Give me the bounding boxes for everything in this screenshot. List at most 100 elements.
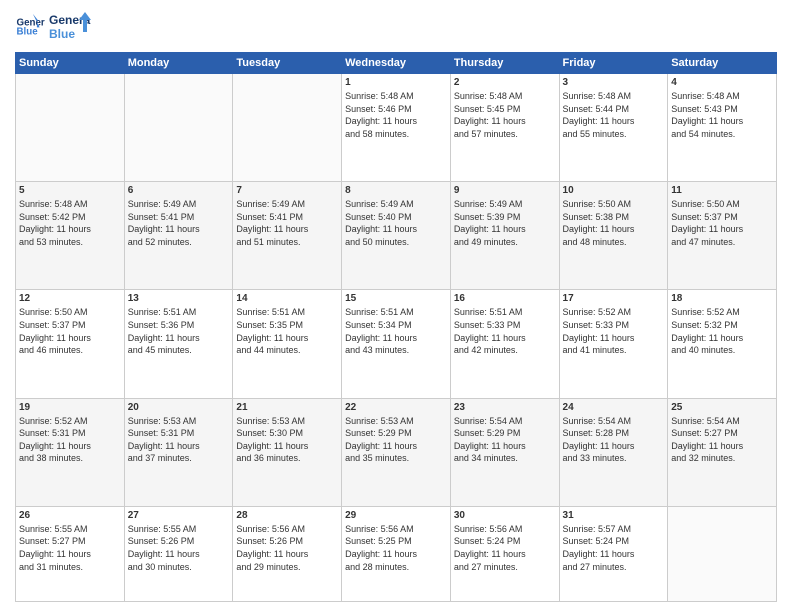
day-cell: 19 Sunrise: 5:52 AM Sunset: 5:31 PM Dayli… <box>16 398 125 506</box>
day-number: 23 <box>454 402 556 413</box>
weekday-header-monday: Monday <box>124 53 233 74</box>
day-number: 9 <box>454 185 556 196</box>
day-info: Sunrise: 5:50 AM Sunset: 5:37 PM Dayligh… <box>671 198 773 248</box>
day-info: Sunrise: 5:48 AM Sunset: 5:44 PM Dayligh… <box>563 90 665 140</box>
day-info: Sunrise: 5:53 AM Sunset: 5:31 PM Dayligh… <box>128 415 230 465</box>
day-number: 2 <box>454 77 556 88</box>
weekday-header-friday: Friday <box>559 53 668 74</box>
day-info: Sunrise: 5:50 AM Sunset: 5:38 PM Dayligh… <box>563 198 665 248</box>
day-number: 26 <box>19 510 121 521</box>
day-cell: 26Sunrise: 5:55 AM Sunset: 5:27 PM Dayli… <box>16 506 125 601</box>
day-cell: 25 Sunrise: 5:54 AM Sunset: 5:27 PM Dayli… <box>668 398 777 506</box>
header: General Blue General Blue <box>15 10 777 44</box>
day-info: Sunrise: 5:52 AM Sunset: 5:31 PM Dayligh… <box>19 415 121 465</box>
day-number: 7 <box>236 185 338 196</box>
day-number: 8 <box>345 185 447 196</box>
day-number: 4 <box>671 77 773 88</box>
day-number: 18 <box>671 293 773 304</box>
day-info: Sunrise: 5:53 AM Sunset: 5:30 PM Dayligh… <box>236 415 338 465</box>
day-info: Sunrise: 5:54 AM Sunset: 5:28 PM Dayligh… <box>563 415 665 465</box>
day-info: Sunrise: 5:48 AM Sunset: 5:45 PM Dayligh… <box>454 90 556 140</box>
day-number: 20 <box>128 402 230 413</box>
day-cell: 8 Sunrise: 5:49 AM Sunset: 5:40 PM Daylig… <box>342 182 451 290</box>
day-cell <box>668 506 777 601</box>
day-cell <box>124 74 233 182</box>
day-number: 22 <box>345 402 447 413</box>
weekday-header-wednesday: Wednesday <box>342 53 451 74</box>
day-info: Sunrise: 5:52 AM Sunset: 5:33 PM Dayligh… <box>563 306 665 356</box>
day-info: Sunrise: 5:51 AM Sunset: 5:34 PM Dayligh… <box>345 306 447 356</box>
day-info: Sunrise: 5:53 AM Sunset: 5:29 PM Dayligh… <box>345 415 447 465</box>
day-number: 15 <box>345 293 447 304</box>
day-number: 11 <box>671 185 773 196</box>
week-row-5: 26Sunrise: 5:55 AM Sunset: 5:27 PM Dayli… <box>16 506 777 601</box>
calendar-table: SundayMondayTuesdayWednesdayThursdayFrid… <box>15 52 777 602</box>
week-row-4: 19 Sunrise: 5:52 AM Sunset: 5:31 PM Dayli… <box>16 398 777 506</box>
day-info: Sunrise: 5:54 AM Sunset: 5:27 PM Dayligh… <box>671 415 773 465</box>
day-number: 5 <box>19 185 121 196</box>
day-info: Sunrise: 5:49 AM Sunset: 5:41 PM Dayligh… <box>236 198 338 248</box>
day-info: Sunrise: 5:48 AM Sunset: 5:42 PM Dayligh… <box>19 198 121 248</box>
svg-text:Blue: Blue <box>17 27 39 38</box>
day-number: 16 <box>454 293 556 304</box>
day-cell <box>16 74 125 182</box>
day-info: Sunrise: 5:56 AM Sunset: 5:26 PM Dayligh… <box>236 523 338 573</box>
day-cell: 20 Sunrise: 5:53 AM Sunset: 5:31 PM Dayli… <box>124 398 233 506</box>
day-info: Sunrise: 5:48 AM Sunset: 5:43 PM Dayligh… <box>671 90 773 140</box>
day-number: 28 <box>236 510 338 521</box>
day-number: 1 <box>345 77 447 88</box>
week-row-2: 5 Sunrise: 5:48 AM Sunset: 5:42 PM Daylig… <box>16 182 777 290</box>
weekday-header-thursday: Thursday <box>450 53 559 74</box>
day-number: 3 <box>563 77 665 88</box>
day-cell: 31Sunrise: 5:57 AM Sunset: 5:24 PM Dayli… <box>559 506 668 601</box>
day-cell: 18 Sunrise: 5:52 AM Sunset: 5:32 PM Dayli… <box>668 290 777 398</box>
day-cell: 17 Sunrise: 5:52 AM Sunset: 5:33 PM Dayli… <box>559 290 668 398</box>
weekday-header-row: SundayMondayTuesdayWednesdayThursdayFrid… <box>16 53 777 74</box>
day-cell: 22 Sunrise: 5:53 AM Sunset: 5:29 PM Dayli… <box>342 398 451 506</box>
day-info: Sunrise: 5:49 AM Sunset: 5:41 PM Dayligh… <box>128 198 230 248</box>
day-number: 31 <box>563 510 665 521</box>
day-number: 25 <box>671 402 773 413</box>
day-cell: 21Sunrise: 5:53 AM Sunset: 5:30 PM Dayli… <box>233 398 342 506</box>
page: General Blue General Blue Sunda <box>0 0 792 612</box>
day-number: 10 <box>563 185 665 196</box>
day-info: Sunrise: 5:51 AM Sunset: 5:35 PM Dayligh… <box>236 306 338 356</box>
day-number: 12 <box>19 293 121 304</box>
day-cell: 13 Sunrise: 5:51 AM Sunset: 5:36 PM Dayli… <box>124 290 233 398</box>
weekday-header-saturday: Saturday <box>668 53 777 74</box>
day-number: 19 <box>19 402 121 413</box>
day-number: 27 <box>128 510 230 521</box>
day-info: Sunrise: 5:52 AM Sunset: 5:32 PM Dayligh… <box>671 306 773 356</box>
weekday-header-sunday: Sunday <box>16 53 125 74</box>
day-cell: 29 Sunrise: 5:56 AM Sunset: 5:25 PM Dayli… <box>342 506 451 601</box>
day-cell: 7 Sunrise: 5:49 AM Sunset: 5:41 PM Daylig… <box>233 182 342 290</box>
day-number: 13 <box>128 293 230 304</box>
day-cell: 12 Sunrise: 5:50 AM Sunset: 5:37 PM Dayli… <box>16 290 125 398</box>
day-number: 29 <box>345 510 447 521</box>
day-cell: 11 Sunrise: 5:50 AM Sunset: 5:37 PM Dayli… <box>668 182 777 290</box>
day-info: Sunrise: 5:49 AM Sunset: 5:39 PM Dayligh… <box>454 198 556 248</box>
day-info: Sunrise: 5:49 AM Sunset: 5:40 PM Dayligh… <box>345 198 447 248</box>
day-cell: 15 Sunrise: 5:51 AM Sunset: 5:34 PM Dayli… <box>342 290 451 398</box>
day-cell: 16Sunrise: 5:51 AM Sunset: 5:33 PM Dayli… <box>450 290 559 398</box>
day-cell: 28 Sunrise: 5:56 AM Sunset: 5:26 PM Dayli… <box>233 506 342 601</box>
day-number: 6 <box>128 185 230 196</box>
day-info: Sunrise: 5:56 AM Sunset: 5:25 PM Dayligh… <box>345 523 447 573</box>
day-number: 30 <box>454 510 556 521</box>
day-info: Sunrise: 5:50 AM Sunset: 5:37 PM Dayligh… <box>19 306 121 356</box>
svg-text:Blue: Blue <box>49 27 75 41</box>
day-info: Sunrise: 5:55 AM Sunset: 5:26 PM Dayligh… <box>128 523 230 573</box>
week-row-1: 1 Sunrise: 5:48 AM Sunset: 5:46 PM Daylig… <box>16 74 777 182</box>
day-number: 24 <box>563 402 665 413</box>
week-row-3: 12 Sunrise: 5:50 AM Sunset: 5:37 PM Dayli… <box>16 290 777 398</box>
day-cell: 2 Sunrise: 5:48 AM Sunset: 5:45 PM Daylig… <box>450 74 559 182</box>
day-number: 17 <box>563 293 665 304</box>
day-number: 14 <box>236 293 338 304</box>
day-cell: 14 Sunrise: 5:51 AM Sunset: 5:35 PM Dayli… <box>233 290 342 398</box>
logo-graphic: General Blue <box>49 10 91 44</box>
day-cell: 27 Sunrise: 5:55 AM Sunset: 5:26 PM Dayli… <box>124 506 233 601</box>
day-info: Sunrise: 5:48 AM Sunset: 5:46 PM Dayligh… <box>345 90 447 140</box>
day-info: Sunrise: 5:51 AM Sunset: 5:36 PM Dayligh… <box>128 306 230 356</box>
weekday-header-tuesday: Tuesday <box>233 53 342 74</box>
day-cell: 24 Sunrise: 5:54 AM Sunset: 5:28 PM Dayli… <box>559 398 668 506</box>
